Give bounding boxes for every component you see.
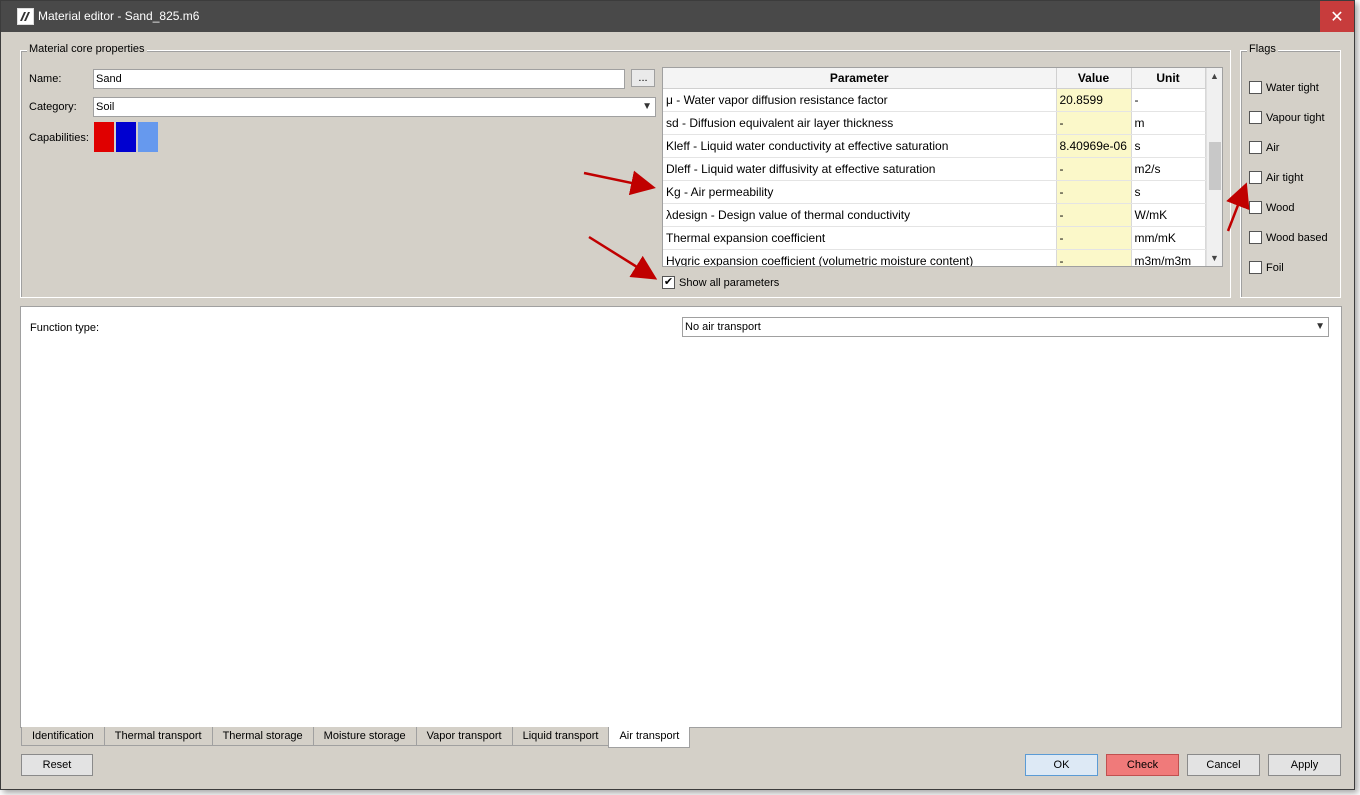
param-name: Kg - Air permeability	[663, 180, 1057, 204]
category-select[interactable]: Soil ▼	[93, 97, 656, 117]
param-value[interactable]: -	[1056, 111, 1132, 135]
table-header-row: Parameter Value Unit	[663, 68, 1206, 89]
apply-button[interactable]: Apply	[1268, 754, 1341, 776]
flag-vapour-tight-checkbox[interactable]	[1249, 111, 1262, 124]
tab-thermal-transport[interactable]: Thermal transport	[103, 727, 213, 746]
param-name: μ - Water vapor diffusion resistance fac…	[663, 88, 1057, 112]
flag-foil-checkbox[interactable]	[1249, 261, 1262, 274]
column-header-value[interactable]: Value	[1056, 68, 1132, 89]
table-row[interactable]: Hygric expansion coefficient (volumetric…	[663, 249, 1206, 266]
function-type-label: Function type:	[30, 322, 100, 334]
flag-vapour-tight-label[interactable]: Vapour tight	[1266, 112, 1325, 124]
param-unit: s	[1131, 134, 1206, 158]
category-value: Soil	[96, 101, 115, 113]
material-editor-window: Material editor - Sand_825.m6 ✕ Material…	[0, 0, 1355, 790]
ok-button[interactable]: OK	[1025, 754, 1098, 776]
column-header-unit[interactable]: Unit	[1131, 68, 1206, 89]
capability-moisture-swatch	[116, 122, 136, 152]
flag-wood-label[interactable]: Wood	[1266, 202, 1295, 214]
param-value[interactable]: -	[1056, 249, 1132, 266]
scroll-up-icon[interactable]: ▲	[1207, 68, 1222, 84]
table-row[interactable]: Thermal expansion coefficient - mm/mK	[663, 226, 1206, 250]
param-name: sd - Diffusion equivalent air layer thic…	[663, 111, 1057, 135]
table-row[interactable]: Dleff - Liquid water diffusivity at effe…	[663, 157, 1206, 181]
window-title: Material editor - Sand_825.m6	[38, 9, 200, 23]
flag-air-tight-checkbox[interactable]	[1249, 171, 1262, 184]
chevron-down-icon: ▼	[642, 101, 652, 112]
flag-wood-checkbox[interactable]	[1249, 201, 1262, 214]
tab-thermal-storage[interactable]: Thermal storage	[211, 727, 314, 746]
chevron-down-icon: ▼	[1315, 321, 1325, 332]
param-value[interactable]: -	[1056, 157, 1132, 181]
name-label: Name:	[29, 73, 62, 85]
function-type-select[interactable]: No air transport ▼	[682, 317, 1329, 337]
cancel-button[interactable]: Cancel	[1187, 754, 1260, 776]
flags-title: Flags	[1247, 43, 1278, 55]
app-logo-icon	[17, 8, 34, 25]
param-value[interactable]: -	[1056, 180, 1132, 204]
show-all-parameters-label[interactable]: Show all parameters	[679, 277, 779, 289]
name-input[interactable]: Sand	[93, 69, 625, 89]
tab-vapor-transport[interactable]: Vapor transport	[415, 727, 513, 746]
flag-water-tight-checkbox[interactable]	[1249, 81, 1262, 94]
flag-foil-label[interactable]: Foil	[1266, 262, 1284, 274]
param-value[interactable]: -	[1056, 203, 1132, 227]
param-name: Thermal expansion coefficient	[663, 226, 1057, 250]
param-value[interactable]: 8.40969e-06	[1056, 134, 1132, 158]
param-value[interactable]: -	[1056, 226, 1132, 250]
core-properties-title: Material core properties	[27, 43, 147, 55]
table-row[interactable]: μ - Water vapor diffusion resistance fac…	[663, 88, 1206, 112]
param-unit: -	[1131, 88, 1206, 112]
function-type-value: No air transport	[685, 321, 761, 333]
close-button[interactable]: ✕	[1320, 1, 1354, 32]
title-bar[interactable]: Material editor - Sand_825.m6 ✕	[1, 1, 1354, 32]
name-browse-button[interactable]: ...	[631, 69, 655, 87]
param-unit: s	[1131, 180, 1206, 204]
param-name: Hygric expansion coefficient (volumetric…	[663, 249, 1057, 266]
show-all-parameters-checkbox[interactable]: ✔	[662, 276, 675, 289]
scroll-thumb[interactable]	[1209, 142, 1221, 190]
param-name: λdesign - Design value of thermal conduc…	[663, 203, 1057, 227]
air-transport-panel: Function type: No air transport ▼	[20, 306, 1342, 728]
close-icon: ✕	[1330, 8, 1344, 26]
check-button[interactable]: Check	[1106, 754, 1179, 776]
tab-identification[interactable]: Identification	[21, 727, 105, 746]
param-unit: m	[1131, 111, 1206, 135]
param-unit: m2/s	[1131, 157, 1206, 181]
table-row[interactable]: λdesign - Design value of thermal conduc…	[663, 203, 1206, 227]
capabilities-label: Capabilities:	[29, 132, 89, 144]
flag-air-label[interactable]: Air	[1266, 142, 1279, 154]
param-unit: mm/mK	[1131, 226, 1206, 250]
table-row[interactable]: sd - Diffusion equivalent air layer thic…	[663, 111, 1206, 135]
flag-water-tight-label[interactable]: Water tight	[1266, 82, 1319, 94]
flag-wood-based-label[interactable]: Wood based	[1266, 232, 1328, 244]
param-value[interactable]: 20.8599	[1056, 88, 1132, 112]
reset-button[interactable]: Reset	[21, 754, 93, 776]
capability-thermal-swatch	[94, 122, 114, 152]
param-name: Dleff - Liquid water diffusivity at effe…	[663, 157, 1057, 181]
flag-wood-based-checkbox[interactable]	[1249, 231, 1262, 244]
capability-vapor-swatch	[138, 122, 158, 152]
table-scrollbar[interactable]: ▲ ▼	[1206, 68, 1222, 266]
tab-moisture-storage[interactable]: Moisture storage	[312, 727, 417, 746]
tab-liquid-transport[interactable]: Liquid transport	[511, 727, 610, 746]
tab-bar: Identification Thermal transport Thermal…	[21, 727, 691, 748]
flag-air-tight-label[interactable]: Air tight	[1266, 172, 1303, 184]
scroll-down-icon[interactable]: ▼	[1207, 250, 1222, 266]
column-header-parameter[interactable]: Parameter	[663, 68, 1057, 89]
parameter-table[interactable]: Parameter Value Unit μ - Water vapor dif…	[662, 67, 1223, 267]
table-row[interactable]: Kleff - Liquid water conductivity at eff…	[663, 134, 1206, 158]
flag-air-checkbox[interactable]	[1249, 141, 1262, 154]
table-row[interactable]: Kg - Air permeability - s	[663, 180, 1206, 204]
param-unit: W/mK	[1131, 203, 1206, 227]
tab-air-transport[interactable]: Air transport	[608, 727, 691, 748]
param-unit: m3m/m3m	[1131, 249, 1206, 266]
category-label: Category:	[29, 101, 77, 113]
param-name: Kleff - Liquid water conductivity at eff…	[663, 134, 1057, 158]
